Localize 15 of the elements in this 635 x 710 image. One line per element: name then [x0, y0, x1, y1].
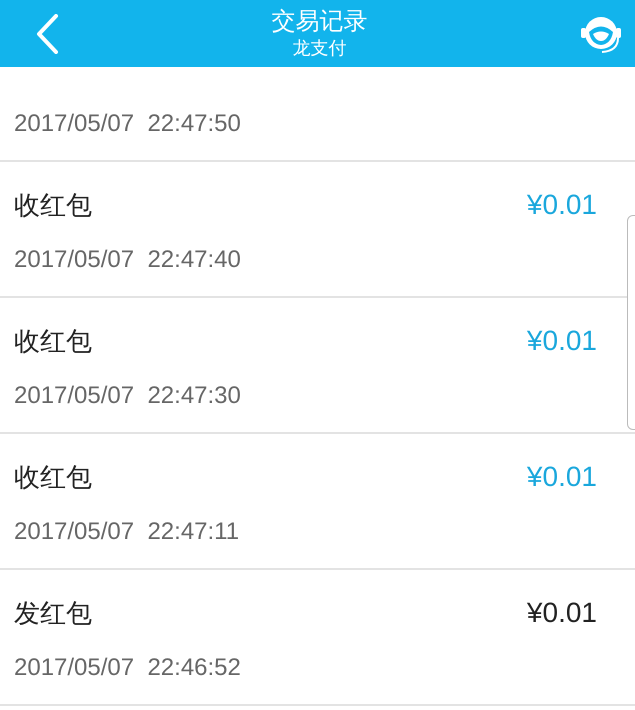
record-time: 2017/05/07 22:47:40 — [14, 248, 242, 272]
header-title: 交易记录 — [272, 7, 368, 38]
record-time: 2017/05/07 22:47:30 — [14, 384, 242, 408]
record-time: 2017/05/07 22:46:52 — [14, 656, 242, 680]
record-amount: ¥0.01 — [526, 463, 597, 491]
record-time: 2017/05/07 22:47:11 — [14, 520, 240, 544]
record-amount: ¥0.01 — [526, 191, 597, 219]
record-amount: ¥0.01 — [526, 327, 597, 355]
record-title: 收红包 — [14, 328, 92, 354]
header-subtitle: 龙支付 — [292, 37, 346, 60]
record-amount: ¥0.01 — [526, 599, 597, 627]
record-time: 2017/05/07 22:47:50 — [14, 112, 242, 136]
record-title: 发红包 — [14, 600, 92, 626]
record-title: 收红包 — [14, 464, 92, 490]
record-title: 收红包 — [14, 192, 92, 218]
